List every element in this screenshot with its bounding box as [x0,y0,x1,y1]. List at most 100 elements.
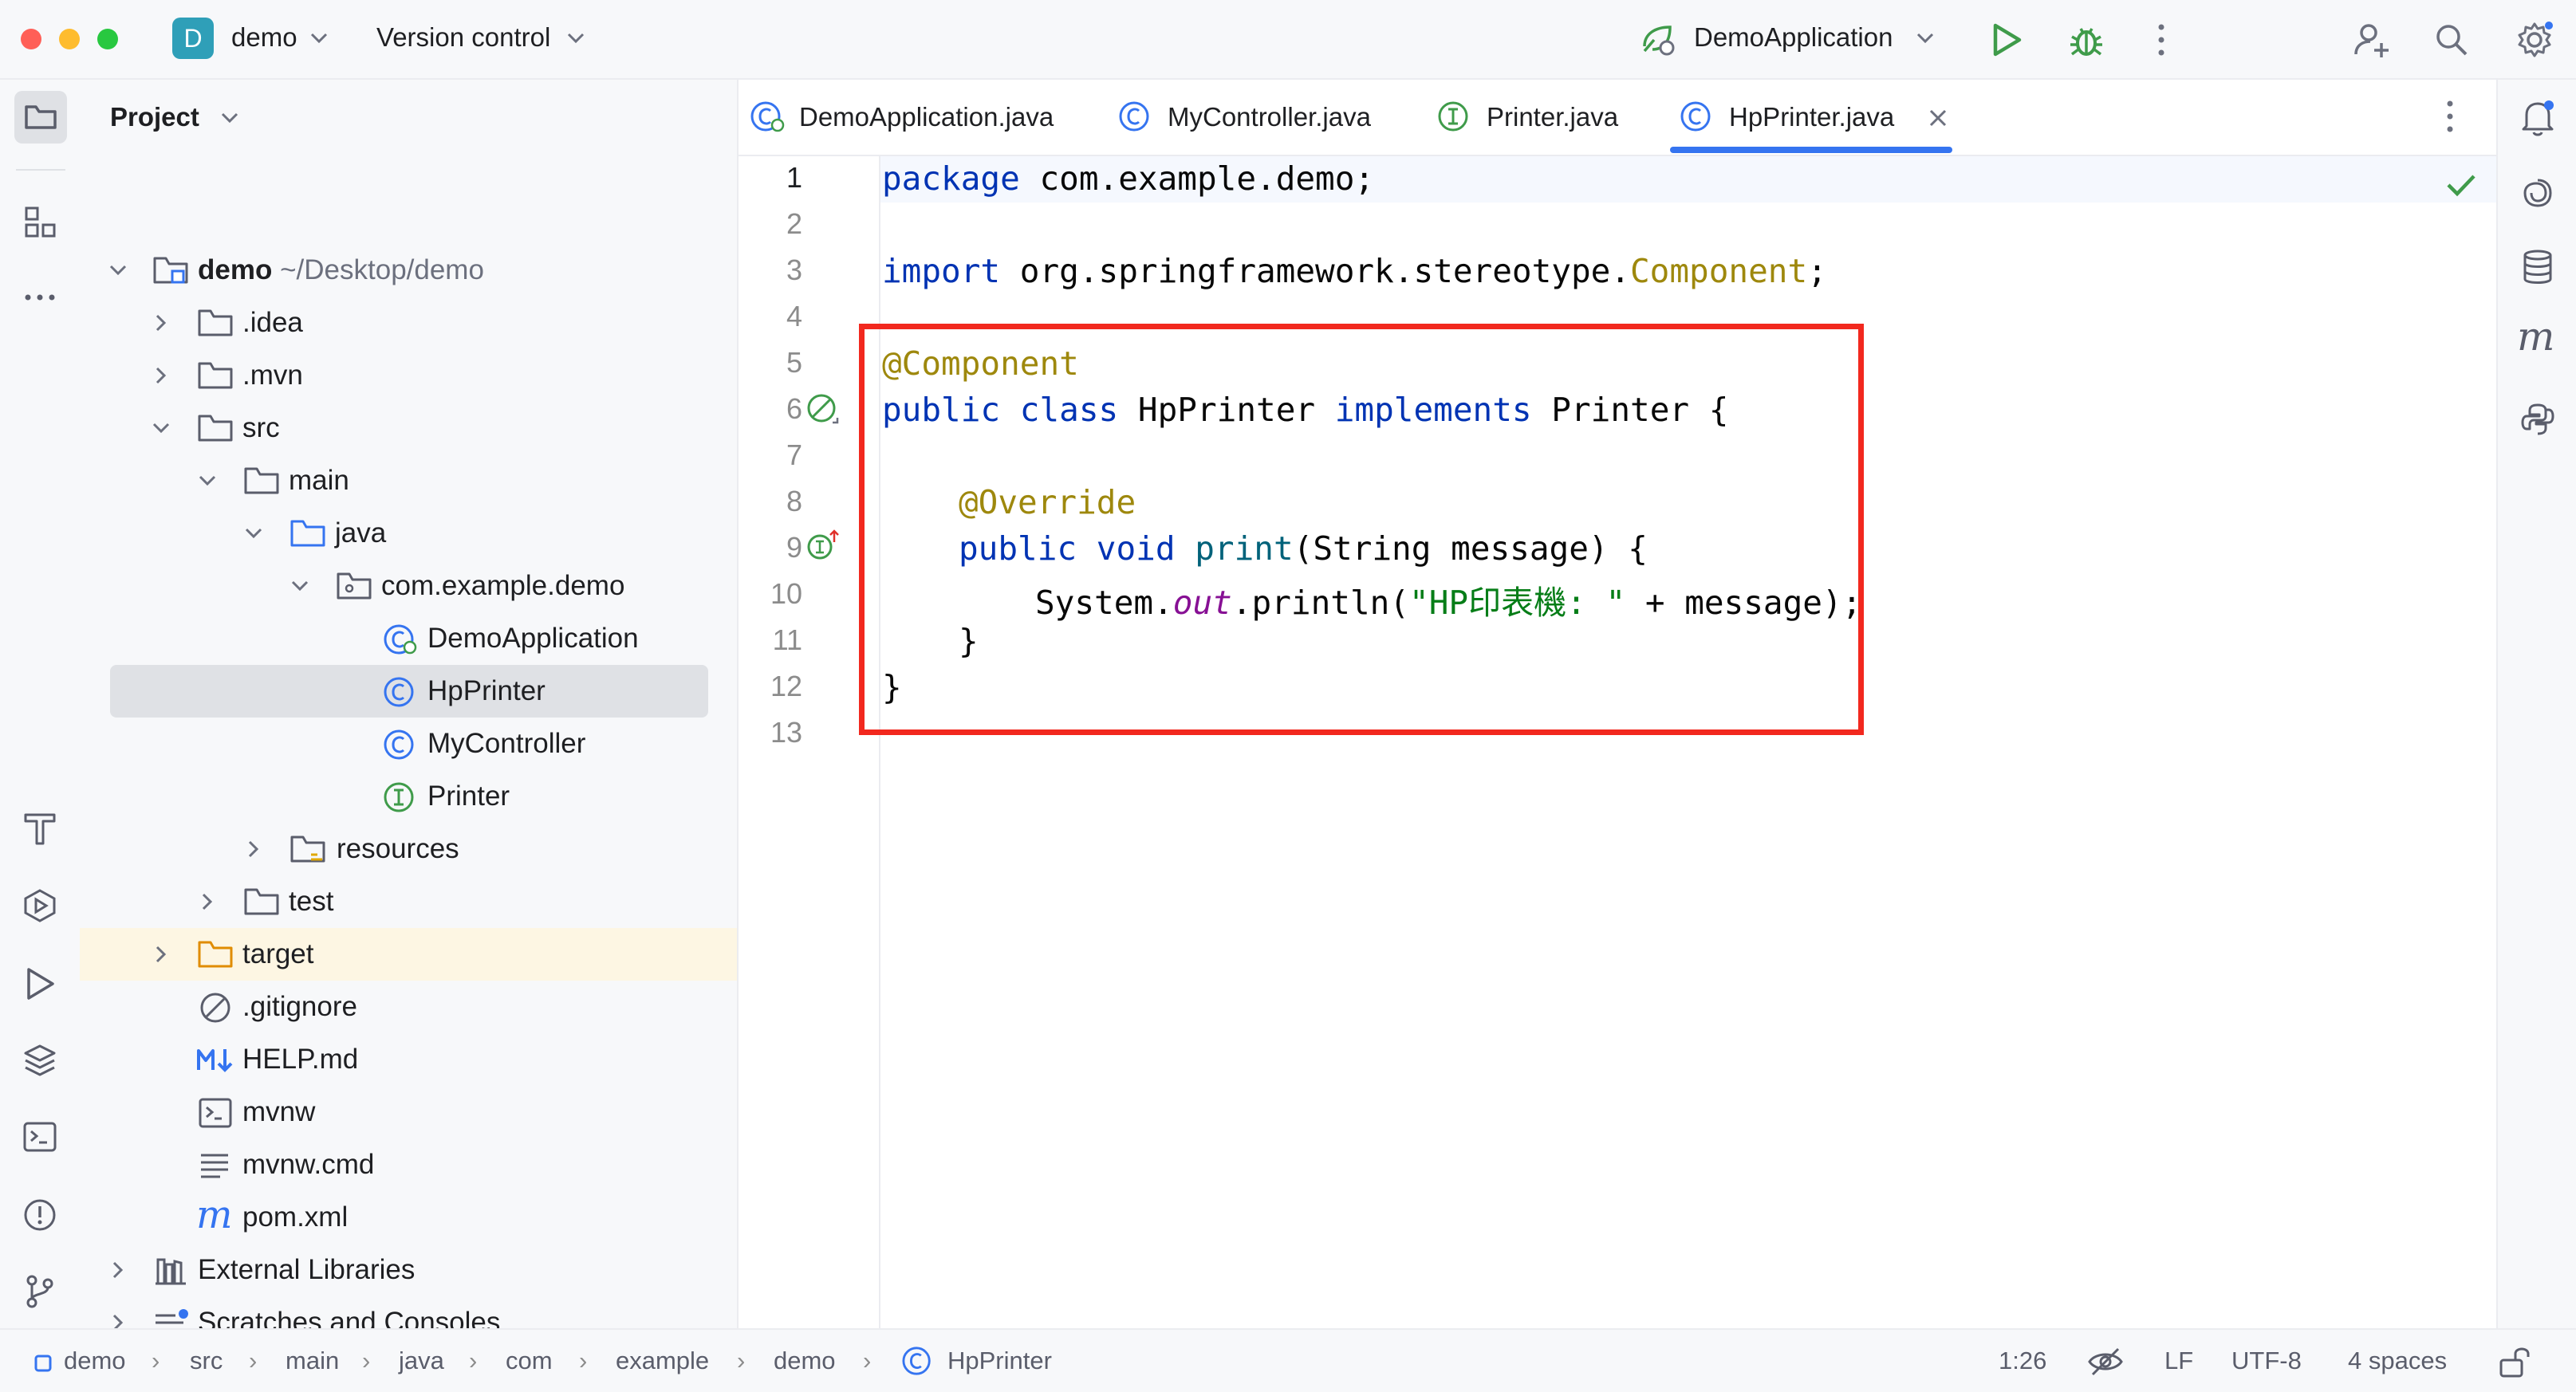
tree-label: java [335,517,387,549]
problems-icon[interactable] [22,1197,57,1233]
maven-icon[interactable]: m [2517,313,2554,360]
tree-item-help-md[interactable]: HELP.md [80,1033,737,1086]
breadcrumb-item[interactable]: java [399,1347,444,1375]
chevron-right-icon [112,1261,124,1279]
tree-label: HELP.md [242,1044,359,1075]
breadcrumb-item[interactable]: main [286,1347,339,1375]
build-hammer-icon[interactable] [22,810,57,845]
breadcrumb-item[interactable]: src [190,1347,223,1375]
tab-printer[interactable]: Printer.java [1437,80,1644,155]
no-problems-check-icon[interactable] [2445,172,2477,198]
more-vertical-icon[interactable] [2445,99,2455,134]
tree-item-demoapplication[interactable]: DemoApplication [80,612,737,665]
tree-item-printer[interactable]: Printer [80,770,737,823]
add-user-icon[interactable] [2353,21,2391,59]
spring-boot-icon [1643,26,1675,56]
breadcrumb-item[interactable]: com [506,1347,553,1375]
layers-icon[interactable] [22,1043,57,1078]
tree-item-package[interactable]: com.example.demo [80,560,737,612]
tree-item-external-libraries[interactable]: External Libraries [80,1244,737,1296]
project-switcher[interactable]: D demo [169,14,337,64]
tree-item-idea[interactable]: .idea [80,297,737,349]
status-bar: demo › src › main › java › com › example… [0,1328,2576,1392]
line-separator[interactable]: LF [2164,1347,2193,1375]
tree-item-resources[interactable]: resources [80,823,737,875]
tree-item-hpprinter[interactable]: HpPrinter [80,665,737,718]
debug-icon[interactable] [2067,21,2105,59]
tree-item-mvnw[interactable]: mvnw [80,1086,737,1138]
tree-label: pom.xml [242,1201,349,1233]
tree-item-test[interactable]: test [80,875,737,928]
file-encoding[interactable]: UTF-8 [2231,1347,2302,1375]
terminal-icon[interactable] [22,1121,57,1153]
run-tool-icon[interactable] [24,966,56,1001]
line-number: 11 [772,623,802,656]
spring-bean-gutter-icon[interactable] [805,392,841,427]
project-tool-button[interactable] [14,91,67,144]
breadcrumb-item[interactable]: demo [774,1347,836,1375]
folder-icon [244,467,279,494]
project-badge: D [172,18,214,59]
interface-icon [384,782,414,812]
breadcrumb-item[interactable]: HpPrinter [947,1347,1052,1375]
shell-script-icon [199,1098,232,1128]
tab-hpprinter[interactable]: HpPrinter.java [1680,80,1959,155]
code-insight-off-icon[interactable] [2086,1346,2125,1378]
chevron-down-icon [310,33,328,44]
git-branch-icon[interactable] [22,1274,57,1309]
tree-item-java[interactable]: java [80,507,737,560]
services-icon[interactable] [22,888,57,923]
tree-path-demo: ~/Desktop/demo [280,254,484,285]
structure-icon[interactable] [24,206,56,238]
line-number: 8 [786,485,802,517]
settings-gear-icon[interactable] [2515,21,2554,59]
chevron-down-icon [152,423,170,434]
breadcrumb-separator: › [737,1347,746,1374]
tree-label: HpPrinter [427,675,546,706]
more-horizontal-icon[interactable] [24,293,56,301]
spring-class-icon [750,101,785,132]
run-configuration-selector[interactable]: DemoApplication [1640,14,1943,64]
text-file-icon [201,1154,228,1178]
chevron-right-icon [156,367,167,384]
close-tab-icon[interactable] [1928,108,1948,128]
window-zoom-button[interactable] [97,29,118,49]
read-only-lock-icon[interactable] [2498,1346,2533,1378]
line-number: 3 [786,254,802,286]
code-token: import [882,252,1001,290]
tree-item-src[interactable]: src [80,402,737,454]
search-icon[interactable] [2434,22,2469,57]
tree-item-mvnw-cmd[interactable]: mvnw.cmd [80,1138,737,1191]
tree-item-main[interactable]: main [80,454,737,507]
tree-item-mvn[interactable]: .mvn [80,349,737,402]
version-control-label: Version control [376,22,551,52]
code-token: com.example.demo; [1019,159,1375,198]
editor-tab-bar: DemoApplication.java MyController.java P… [739,80,2496,156]
notifications-bell-icon[interactable] [2520,99,2555,137]
run-icon[interactable] [1991,22,2023,57]
tab-label: DemoApplication.java [799,102,1054,132]
tree-item-pom-xml[interactable]: m pom.xml [80,1191,737,1244]
indent-setting[interactable]: 4 spaces [2348,1347,2447,1375]
window-close-button[interactable] [21,29,41,49]
chevron-down-icon [245,528,262,539]
line-number: 12 [770,670,802,702]
breadcrumb-item[interactable]: demo [64,1347,126,1375]
version-control-menu[interactable]: Version control [375,14,598,64]
more-vertical-icon[interactable] [2157,22,2166,57]
breadcrumb-item[interactable]: example [616,1347,709,1375]
tree-item-target[interactable]: target [80,928,737,981]
tree-label: src [242,412,280,443]
tree-item-mycontroller[interactable]: MyController [80,718,737,770]
tab-mycontroller[interactable]: MyController.java [1118,80,1389,155]
ai-assistant-icon[interactable] [2520,175,2555,210]
caret-position[interactable]: 1:26 [1999,1347,2046,1375]
implements-method-gutter-icon[interactable] [805,528,841,563]
tab-demoapplication[interactable]: DemoApplication.java [750,80,1061,155]
database-icon[interactable] [2522,249,2554,285]
project-view-selector[interactable]: Project [110,102,238,132]
python-icon[interactable] [2520,402,2555,437]
tree-item-gitignore[interactable]: .gitignore [80,981,737,1033]
window-minimize-button[interactable] [59,29,80,49]
tree-item-demo[interactable]: demo ~/Desktop/demo [80,244,737,297]
